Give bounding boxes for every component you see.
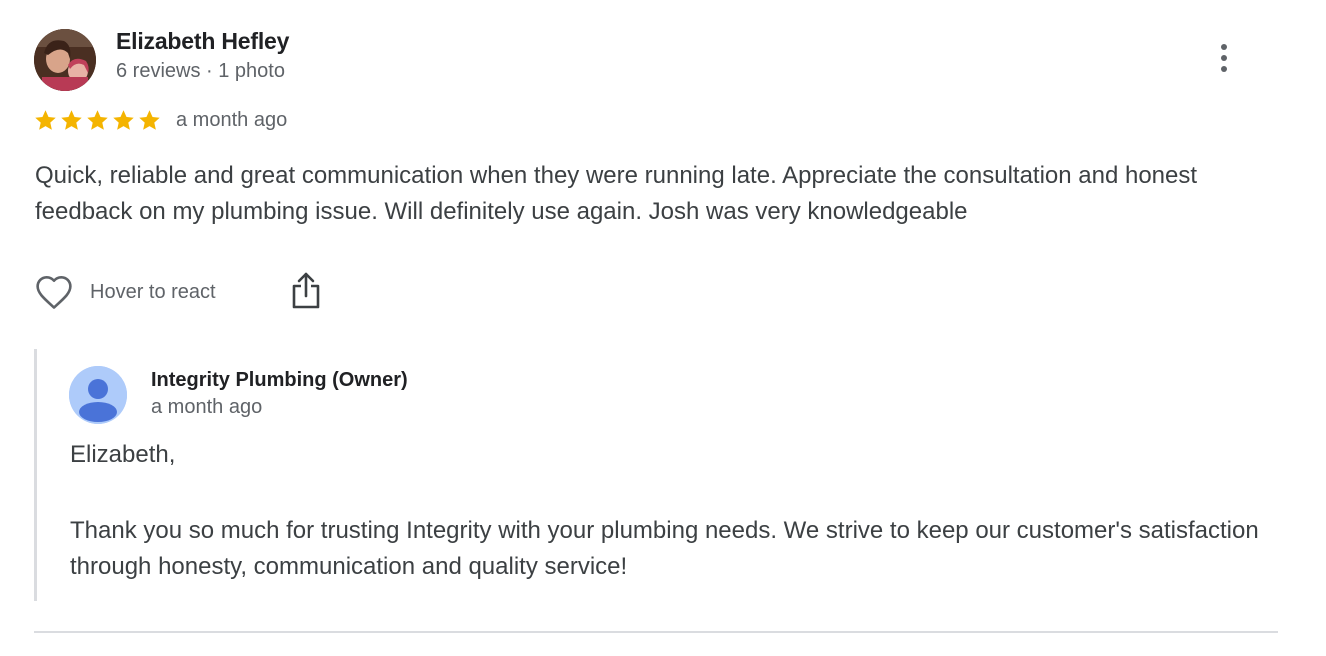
star-rating bbox=[33, 108, 162, 133]
more-vert-icon-dot bbox=[1221, 66, 1227, 72]
review-card: Elizabeth Hefley 6 reviews · 1 photo a m… bbox=[0, 0, 1326, 656]
reviewer-avatar[interactable] bbox=[34, 29, 96, 91]
star-icon bbox=[35, 110, 56, 130]
star-icon bbox=[139, 110, 160, 130]
person-icon bbox=[69, 366, 127, 424]
share-icon bbox=[292, 272, 320, 309]
react-label: Hover to react bbox=[90, 280, 216, 303]
owner-reply: Integrity Plumbing (Owner) a month ago E… bbox=[34, 349, 1267, 601]
more-options-button[interactable] bbox=[1208, 38, 1240, 78]
reply-greeting: Elizabeth, bbox=[70, 441, 176, 468]
react-button[interactable]: Hover to react bbox=[34, 272, 216, 312]
share-button[interactable] bbox=[288, 270, 324, 312]
reviewer-name[interactable]: Elizabeth Hefley bbox=[116, 28, 289, 55]
more-vert-icon bbox=[1221, 44, 1227, 50]
owner-name: Integrity Plumbing (Owner) bbox=[151, 369, 408, 391]
star-icon bbox=[61, 110, 82, 130]
divider bbox=[34, 631, 1278, 633]
heart-outline-icon bbox=[36, 275, 72, 309]
star-icon bbox=[87, 110, 108, 130]
star-icon bbox=[113, 110, 134, 130]
review-date: a month ago bbox=[176, 109, 288, 131]
reply-body: Thank you so much for trusting Integrity… bbox=[70, 517, 1259, 580]
owner-avatar bbox=[69, 366, 127, 424]
owner-reply-date: a month ago bbox=[151, 396, 263, 418]
review-text: Quick, reliable and great communication … bbox=[35, 162, 1198, 225]
more-vert-icon-dot bbox=[1221, 55, 1227, 61]
reviewer-meta: 6 reviews · 1 photo bbox=[116, 60, 285, 82]
